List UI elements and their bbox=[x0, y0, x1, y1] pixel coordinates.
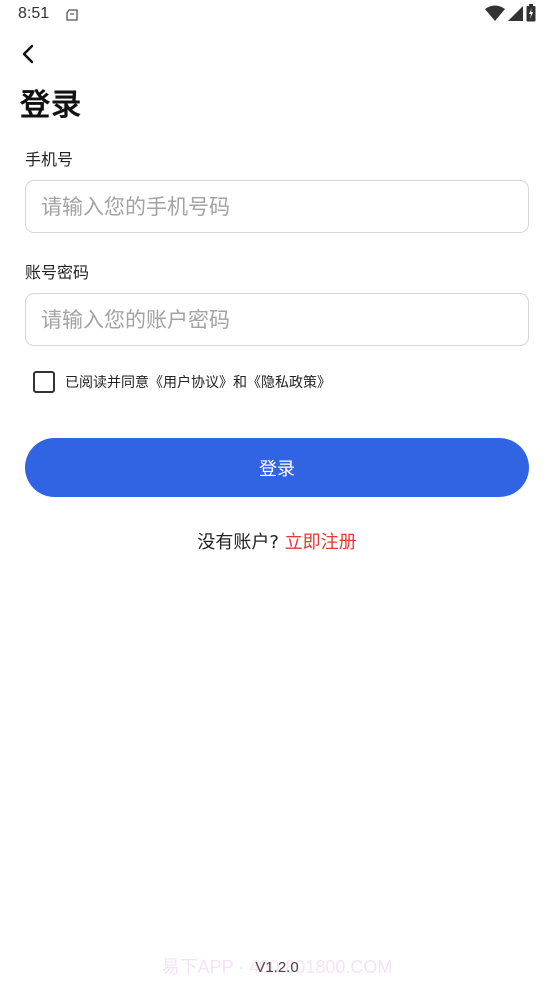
status-time: 8:51 bbox=[18, 5, 50, 22]
status-bar: 8:51 bbox=[0, 0, 554, 30]
agreement-text[interactable]: 已阅读并同意《用户协议》和《隐私政策》 bbox=[65, 372, 331, 392]
version-label: V1.2.0 bbox=[255, 959, 299, 976]
register-link[interactable]: 立即注册 bbox=[285, 532, 357, 553]
password-input-box[interactable] bbox=[25, 293, 529, 346]
phone-label: 手机号 bbox=[25, 150, 74, 169]
signal-icon bbox=[508, 5, 523, 25]
password-label: 账号密码 bbox=[25, 263, 90, 282]
agreement-checkbox[interactable] bbox=[33, 371, 55, 393]
phone-input[interactable] bbox=[26, 181, 528, 232]
phone-input-box[interactable] bbox=[25, 180, 529, 233]
clipboard-icon bbox=[66, 7, 80, 21]
chevron-left-icon bbox=[20, 42, 36, 70]
password-input[interactable] bbox=[26, 294, 528, 345]
back-button[interactable] bbox=[14, 40, 42, 72]
login-button[interactable]: 登录 bbox=[25, 438, 529, 497]
register-row: 没有账户? 立即注册 bbox=[0, 528, 554, 554]
agreement-row: 已阅读并同意《用户协议》和《隐私政策》 bbox=[33, 369, 331, 395]
status-indicators bbox=[485, 4, 536, 26]
page-title: 登录 bbox=[20, 88, 82, 123]
wifi-icon bbox=[485, 5, 505, 25]
register-prompt: 没有账户? bbox=[197, 532, 279, 553]
battery-icon bbox=[526, 4, 536, 26]
